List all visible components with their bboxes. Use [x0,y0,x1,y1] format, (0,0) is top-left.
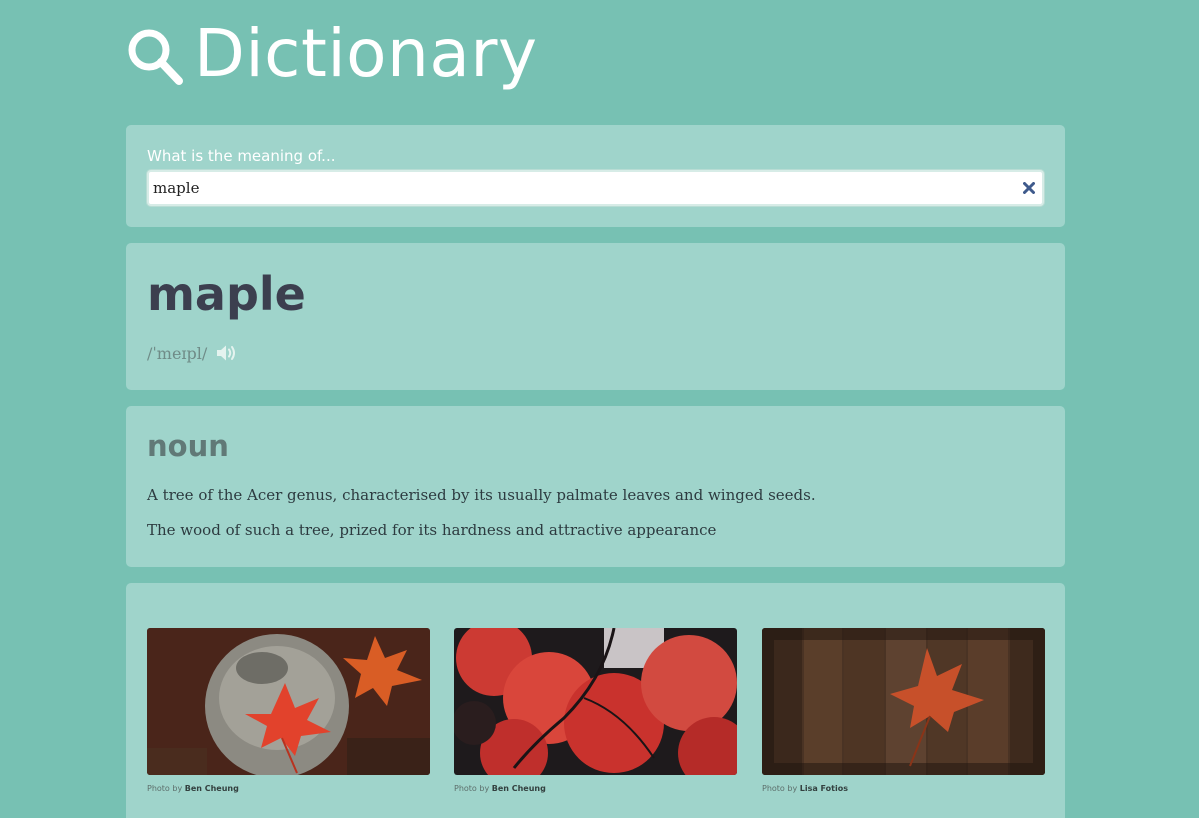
definition-1: A tree of the Acer genus, characterised … [147,486,816,504]
maple-leaf-on-wood-image [762,628,1045,775]
search-card: What is the meaning of... [126,125,1065,227]
photo-credit-prefix: Photo by [147,784,183,793]
maple-leaf-on-stump-image [147,628,430,775]
headword: maple [147,267,306,321]
speaker-icon[interactable] [216,343,238,363]
photo-author[interactable]: Lisa Fotios [800,784,848,793]
part-of-speech: noun [147,429,229,463]
magnifier-icon [128,29,183,85]
photo-1[interactable] [147,628,430,775]
photos-card: Photo by Ben Cheung Photo by Ben Cheung [126,583,1065,818]
search-box [147,170,1044,206]
close-icon [1023,182,1035,194]
phonetic-text: /ˈmeɪpl/ [147,343,208,363]
photo-credit-prefix: Photo by [762,784,798,793]
photo-credit-prefix: Photo by [454,784,490,793]
red-maple-canopy-image [454,628,737,775]
photo-2[interactable] [454,628,737,775]
clear-search-button[interactable] [1019,178,1039,198]
photo-author[interactable]: Ben Cheung [185,784,239,793]
definition-2: The wood of such a tree, prized for its … [147,521,717,539]
app-header: Dictionary [126,14,538,94]
word-card: maple /ˈmeɪpl/ [126,243,1065,390]
photo-1-caption: Photo by Ben Cheung [147,784,239,793]
meaning-card: noun A tree of the Acer genus, character… [126,406,1065,567]
search-label: What is the meaning of... [147,147,336,165]
app-title: Dictionary [194,15,538,92]
photo-2-caption: Photo by Ben Cheung [454,784,546,793]
phonetic-row: /ˈmeɪpl/ [147,343,238,363]
photo-author[interactable]: Ben Cheung [492,784,546,793]
photo-3[interactable] [762,628,1045,775]
photo-3-caption: Photo by Lisa Fotios [762,784,848,793]
search-input[interactable] [149,172,1009,204]
